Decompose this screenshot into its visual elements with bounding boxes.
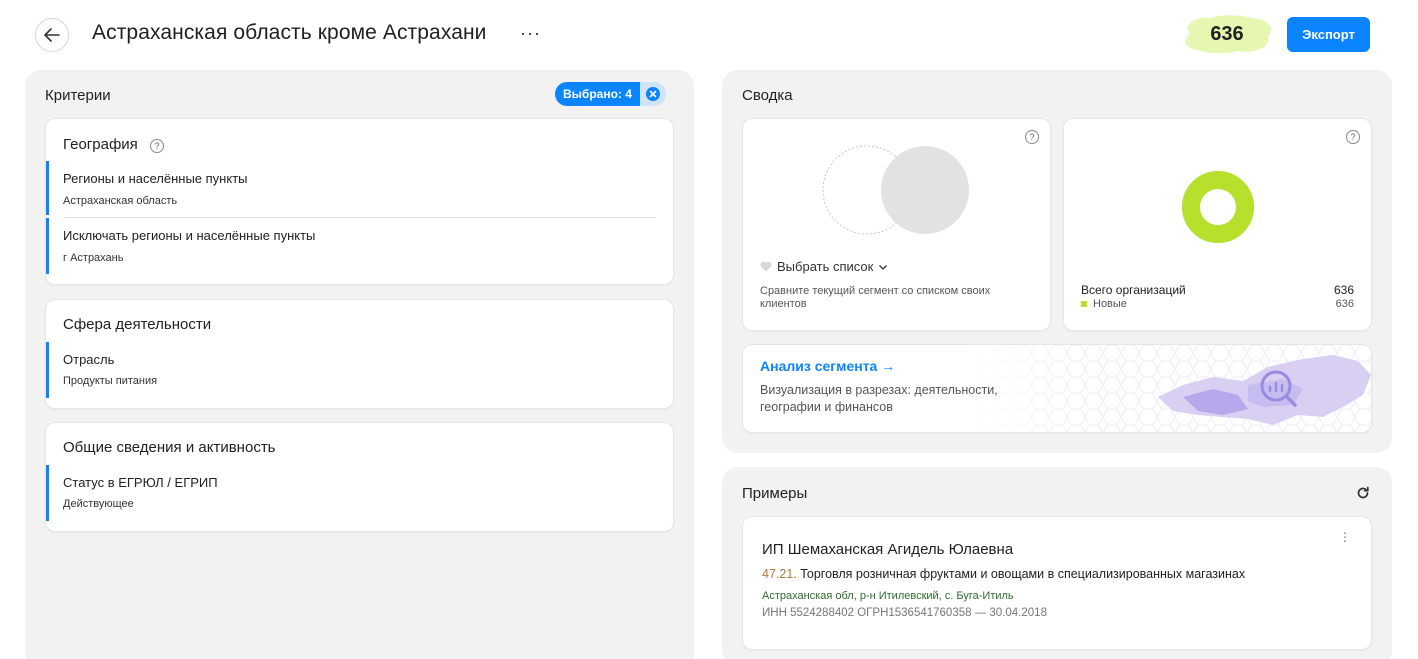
item-accent-bar <box>46 342 49 398</box>
select-list-label: Выбрать список <box>777 259 874 274</box>
refresh-icon[interactable] <box>1356 486 1370 500</box>
venn-diagram-illustration <box>822 145 969 235</box>
item-accent-bar <box>46 465 49 521</box>
criteria-item-value: Действующее <box>63 498 134 510</box>
page-header: Астраханская область кроме Астрахани ···… <box>0 0 1418 68</box>
export-button[interactable]: Экспорт <box>1287 17 1370 52</box>
company-address: Астраханская обл, р-н Итилевский, с. Буг… <box>762 590 1014 602</box>
examples-title: Примеры <box>742 485 808 502</box>
criteria-item-value: Астраханская область <box>63 195 178 207</box>
criteria-item-value: г Астрахань <box>63 252 124 264</box>
item-accent-bar <box>46 161 49 215</box>
summary-title: Сводка <box>742 87 793 104</box>
summary-panel: Сводка ? Выбрать список Сравните текущий… <box>722 70 1392 453</box>
arrow-left-icon <box>44 28 60 42</box>
criteria-item[interactable]: Отрасль Продукты питания <box>46 342 673 398</box>
segment-analysis-description: Визуализация в разрезах: деятельности, г… <box>760 383 998 414</box>
criteria-title: Критерии <box>45 87 111 104</box>
selected-chip[interactable]: Выбрано: 4 <box>555 82 666 106</box>
group-title: Общие сведения и активность <box>63 439 276 456</box>
select-list-dropdown[interactable]: Выбрать список <box>760 259 888 274</box>
criteria-item-value: Продукты питания <box>63 375 158 387</box>
criteria-item-label: Исключать регионы и населённые пункты <box>63 228 316 243</box>
examples-panel: Примеры ИП Шемаханская Агидель Юлаевна ⋮… <box>722 467 1392 659</box>
clear-selection-button[interactable] <box>639 82 666 106</box>
help-icon[interactable]: ? <box>1346 130 1360 144</box>
criteria-item-label: Отрасль <box>63 352 115 367</box>
criteria-group-general: Общие сведения и активность Статус в ЕГР… <box>45 422 674 532</box>
example-company-card[interactable]: ИП Шемаханская Агидель Юлаевна ⋮ 47.21. … <box>742 516 1372 650</box>
company-identifiers: ИНН 5524288402 ОГРН1536541760358 — 30.04… <box>762 607 1047 619</box>
company-name[interactable]: ИП Шемаханская Агидель Юлаевна <box>762 541 1013 558</box>
more-options-button[interactable]: ··· <box>520 22 541 44</box>
criteria-panel: Критерии Выбрано: 4 География ? Регионы … <box>25 70 694 659</box>
criteria-item[interactable]: Исключать регионы и населённые пункты г … <box>46 218 673 274</box>
okved-description: Торговля розничная фруктами и овощами в … <box>796 567 1246 581</box>
selected-count-label: Выбрано: 4 <box>555 82 640 106</box>
organization-count-badge: 636 <box>1180 14 1274 54</box>
heart-icon <box>760 261 772 272</box>
total-value: 636 <box>1333 283 1354 297</box>
item-accent-bar <box>46 218 49 274</box>
new-value: 636 <box>1335 298 1354 310</box>
criteria-item[interactable]: Регионы и населённые пункты Астраханская… <box>46 161 673 215</box>
new-organizations-row: Новые 636 <box>1081 298 1354 310</box>
segment-analysis-link[interactable]: Анализ сегмента → <box>760 358 895 374</box>
criteria-item[interactable]: Статус в ЕГРЮЛ / ЕГРИП Действующее <box>46 465 673 521</box>
compare-card: ? Выбрать список Сравните текущий сегмен… <box>742 118 1051 331</box>
stats-card: ? Всего организаций 636 Новые 636 <box>1063 118 1372 331</box>
company-activity: 47.21. Торговля розничная фруктами и ово… <box>762 567 1245 581</box>
criteria-group-geography: География ? Регионы и населённые пункты … <box>45 118 674 285</box>
help-icon[interactable]: ? <box>149 139 164 153</box>
criteria-item-label: Регионы и населённые пункты <box>63 171 248 186</box>
group-title: География <box>63 136 138 153</box>
card-menu-button[interactable]: ⋮ <box>1339 531 1351 543</box>
total-label: Всего организаций <box>1081 283 1186 297</box>
legend-marker <box>1081 301 1087 308</box>
chevron-down-icon <box>879 264 888 270</box>
new-label: Новые <box>1093 298 1127 310</box>
total-organizations-row: Всего организаций 636 <box>1081 283 1354 297</box>
criteria-item-label: Статус в ЕГРЮЛ / ЕГРИП <box>63 475 218 490</box>
back-button[interactable] <box>35 18 69 52</box>
okved-code: 47.21. <box>762 567 797 581</box>
segment-analysis-card[interactable]: Анализ сегмента → Визуализация в разреза… <box>742 344 1372 433</box>
help-icon[interactable]: ? <box>1025 130 1039 144</box>
compare-description: Сравните текущий сегмент со списком свои… <box>760 285 991 310</box>
page-title: Астраханская область кроме Астрахани <box>92 21 487 44</box>
group-title: Сфера деятельности <box>63 316 212 333</box>
criteria-group-activity: Сфера деятельности Отрасль Продукты пита… <box>45 299 674 409</box>
count-value: 636 <box>1210 22 1244 45</box>
donut-new-segment <box>1182 171 1254 243</box>
close-circle-icon <box>645 87 660 101</box>
organizations-donut-chart <box>1182 171 1254 243</box>
